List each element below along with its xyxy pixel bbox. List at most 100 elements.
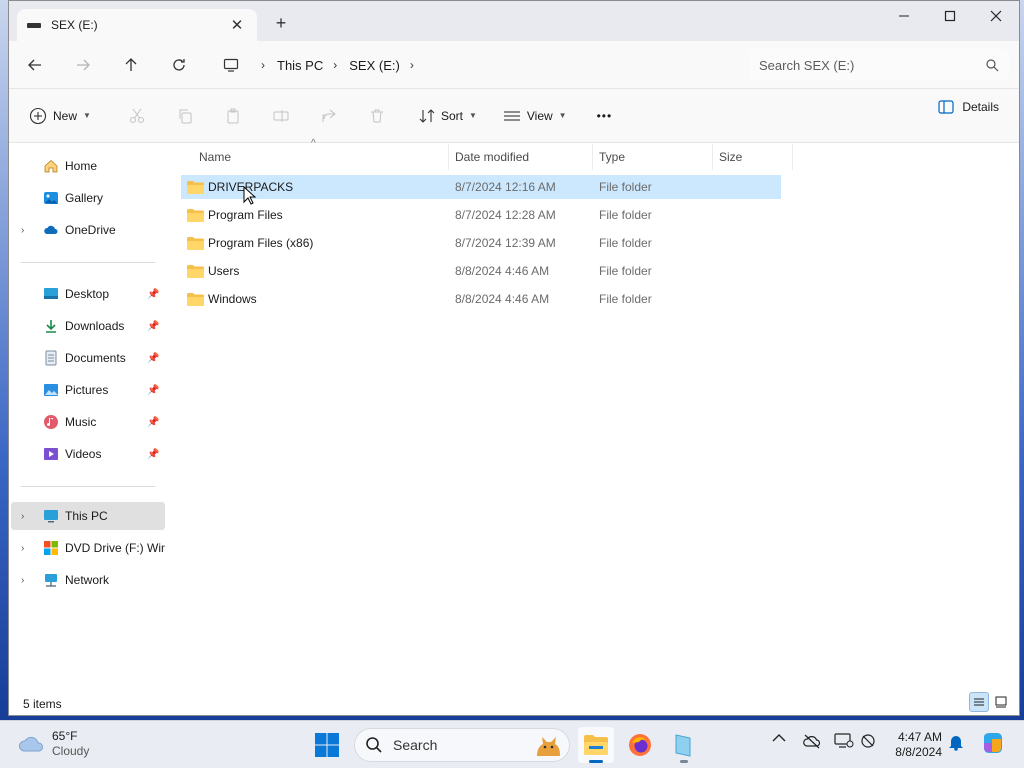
chevron-up-icon	[772, 734, 786, 742]
pin-icon[interactable]: 📌	[147, 417, 161, 428]
sort-button[interactable]: Sort ▼	[413, 100, 483, 132]
taskbar-search[interactable]: Search	[354, 728, 570, 762]
file-name: Users	[208, 264, 240, 278]
file-row[interactable]: Users 8/8/2024 4:46 AM File folder	[181, 259, 781, 283]
view-button[interactable]: View ▼	[497, 100, 573, 132]
sidebar-item-onedrive[interactable]: › OneDrive	[11, 216, 165, 244]
item-count: 5 items	[23, 697, 62, 711]
cut-button[interactable]	[113, 100, 161, 132]
sidebar-item-gallery[interactable]: Gallery	[11, 184, 165, 212]
sidebar-item-documents[interactable]: Documents 📌	[11, 344, 165, 372]
share-button[interactable]	[305, 100, 353, 132]
sidebar-item-network[interactable]: › Network	[11, 566, 165, 594]
show-hidden-icons-button[interactable]	[772, 733, 786, 743]
this-pc-icon	[44, 510, 58, 523]
delete-button[interactable]	[353, 100, 401, 132]
file-date: 8/7/2024 12:16 AM	[455, 180, 556, 194]
nav-divider	[21, 262, 155, 263]
chevron-right-icon: ›	[409, 58, 414, 72]
large-icons-view-button[interactable]	[991, 692, 1011, 712]
pin-icon[interactable]: 📌	[147, 449, 161, 460]
file-name: Program Files	[208, 208, 283, 222]
sidebar-item-dvd-drive[interactable]: › DVD Drive (F:) Winc	[11, 534, 165, 562]
search-input[interactable]	[759, 57, 985, 73]
maximize-button[interactable]	[927, 1, 973, 31]
breadcrumb[interactable]: › This PC › SEX (E:) ›	[217, 49, 741, 81]
breadcrumb-this-pc[interactable]: This PC	[277, 58, 323, 73]
search-box[interactable]	[749, 49, 1009, 81]
pin-icon[interactable]: 📌	[147, 353, 161, 364]
sidebar-item-downloads[interactable]: Downloads 📌	[11, 312, 165, 340]
column-header-date-modified[interactable]: Date modified	[449, 144, 593, 170]
chevron-right-icon: ›	[333, 58, 338, 72]
file-row[interactable]: Program Files 8/7/2024 12:28 AM File fol…	[181, 203, 781, 227]
cloudy-weather-icon	[18, 736, 43, 752]
column-header-size[interactable]: Size	[713, 144, 793, 170]
pin-icon[interactable]: 📌	[147, 321, 161, 332]
file-type: File folder	[599, 180, 652, 194]
folder-icon	[187, 236, 204, 250]
up-arrow-icon	[125, 58, 137, 71]
chevron-right-icon[interactable]: ›	[21, 511, 35, 522]
copy-button[interactable]	[161, 100, 209, 132]
details-pane-icon	[938, 100, 954, 114]
status-bar: 5 items	[9, 692, 1019, 715]
new-tab-button[interactable]: +	[271, 13, 291, 33]
column-header-type[interactable]: Type	[593, 144, 713, 170]
close-window-button[interactable]	[973, 1, 1019, 31]
close-tab-icon[interactable]: ✕	[227, 16, 247, 34]
details-pane-button[interactable]: Details	[938, 100, 999, 114]
network-disconnected-icon	[861, 734, 875, 748]
view-toggles	[969, 692, 1011, 712]
refresh-button[interactable]	[167, 53, 191, 77]
sidebar-item-desktop[interactable]: Desktop 📌	[11, 280, 165, 308]
paste-button[interactable]	[209, 100, 257, 132]
clock-date: 8/8/2024	[895, 745, 942, 759]
minimize-button[interactable]	[881, 1, 927, 31]
file-row[interactable]: DRIVERPACKS 8/7/2024 12:16 AM File folde…	[181, 175, 781, 199]
sidebar-item-music[interactable]: Music 📌	[11, 408, 165, 436]
tab-sex-e[interactable]: SEX (E:) ✕	[17, 9, 257, 41]
pin-icon[interactable]: 📌	[147, 289, 161, 300]
file-row[interactable]: Windows 8/8/2024 4:46 AM File folder	[181, 287, 781, 311]
start-button[interactable]	[314, 732, 340, 761]
column-header-name[interactable]: Name	[193, 144, 449, 170]
mouse-cursor-icon	[243, 186, 257, 205]
see-more-button[interactable]: •••	[591, 100, 619, 132]
sidebar-item-this-pc[interactable]: › This PC	[11, 502, 165, 530]
chevron-right-icon[interactable]: ›	[21, 575, 35, 586]
file-date: 8/7/2024 12:39 AM	[455, 236, 556, 250]
pin-icon[interactable]: 📌	[147, 385, 161, 396]
rename-button[interactable]	[257, 100, 305, 132]
new-button[interactable]: New ▼	[23, 100, 97, 132]
weather-widget[interactable]: 65°F Cloudy	[18, 729, 89, 759]
taskbar-firefox[interactable]	[622, 727, 658, 763]
back-button[interactable]	[23, 53, 47, 77]
system-clock[interactable]: 4:47 AM 8/8/2024	[890, 730, 942, 760]
up-button[interactable]	[119, 53, 143, 77]
notifications-button[interactable]	[948, 733, 964, 751]
breadcrumb-current-drive[interactable]: SEX (E:)	[349, 58, 400, 73]
chevron-right-icon[interactable]: ›	[21, 225, 35, 236]
forward-button[interactable]	[71, 53, 95, 77]
details-view-button[interactable]	[969, 692, 989, 712]
windows-logo-icon	[315, 733, 339, 757]
back-arrow-icon	[28, 59, 41, 71]
sidebar-item-videos[interactable]: Videos 📌	[11, 440, 165, 468]
taskbar-file-explorer[interactable]	[578, 727, 614, 763]
details-view-icon	[974, 698, 984, 706]
onedrive-tray-button[interactable]	[802, 733, 822, 749]
sidebar-item-home[interactable]: Home	[11, 152, 165, 180]
taskbar-app-window[interactable]	[666, 727, 702, 763]
display-tray-button[interactable]	[834, 733, 854, 749]
copilot-icon	[984, 733, 1002, 753]
file-explorer-icon	[584, 735, 608, 755]
chevron-right-icon[interactable]: ›	[21, 543, 35, 554]
paste-icon	[227, 108, 239, 123]
music-icon	[44, 415, 58, 429]
file-row[interactable]: Program Files (x86) 8/7/2024 12:39 AM Fi…	[181, 231, 781, 255]
network-tray-button[interactable]	[860, 733, 878, 749]
sidebar-item-pictures[interactable]: Pictures 📌	[11, 376, 165, 404]
copilot-button[interactable]	[980, 731, 1006, 757]
file-list: ^ Name Date modified Type Size DRIVERPAC…	[181, 138, 1019, 692]
